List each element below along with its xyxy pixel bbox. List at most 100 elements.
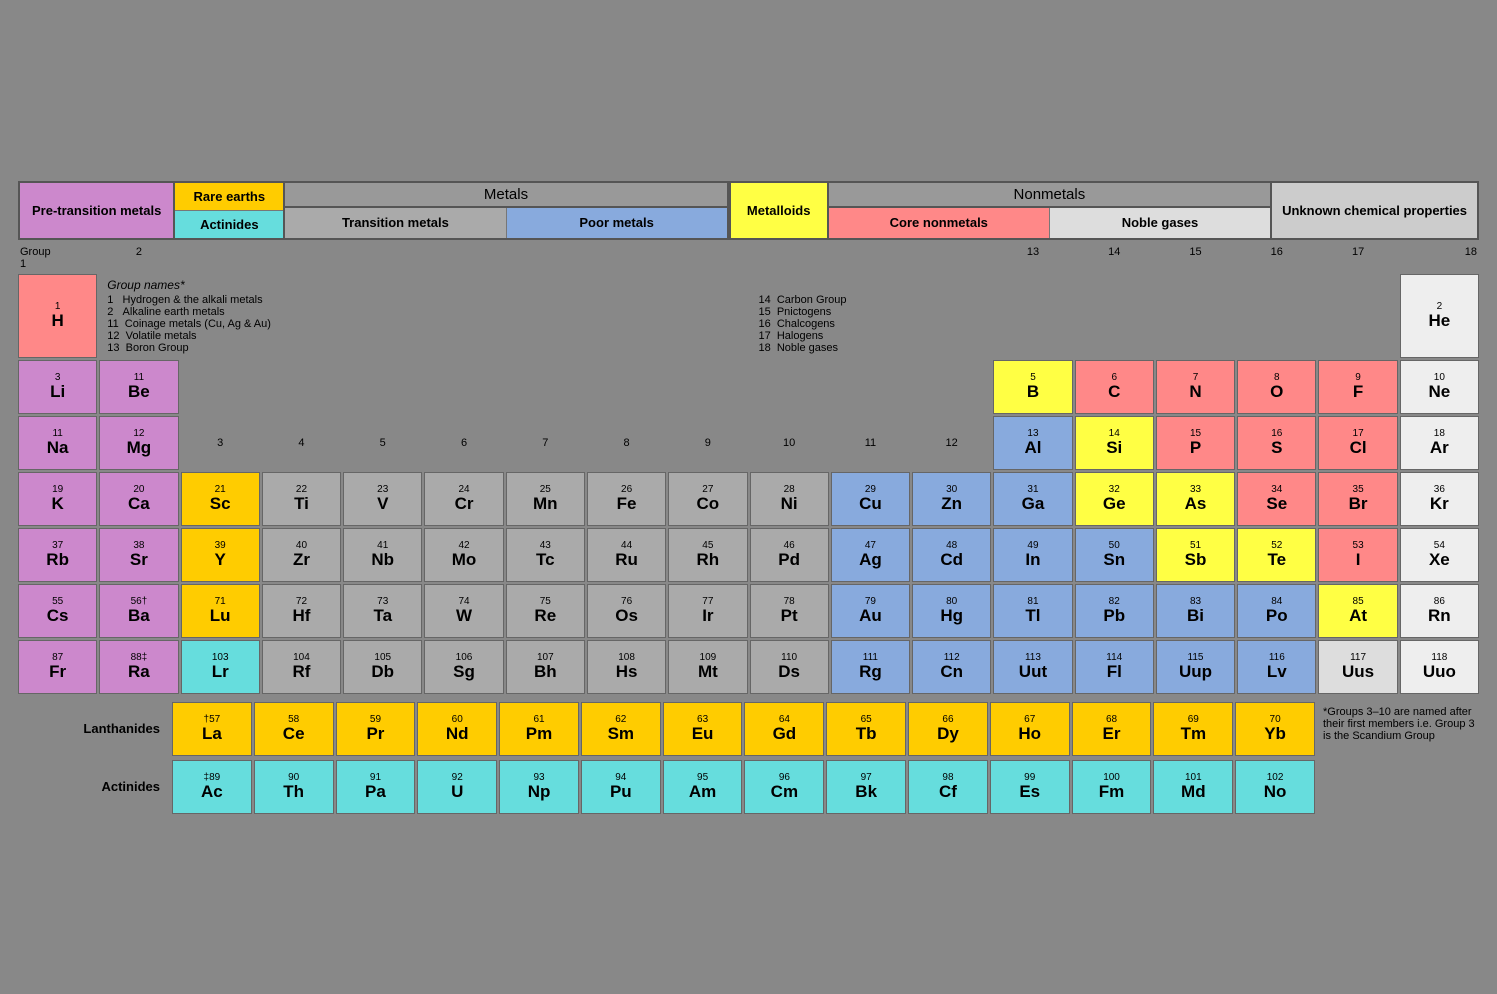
actinides-row-label: Actinides [18,760,168,814]
legend-rare-earths: Rare earths [175,183,283,211]
legend-poor-metals: Poor metals [507,208,727,238]
element-Li: 3Li [18,360,97,414]
group-info-box: Group names* 1 Hydrogen & the alkali met… [99,274,1397,358]
element-Zn: 30Zn [912,472,991,526]
element-Uus: 117Uus [1318,640,1397,694]
legend-nonmetals-section: Nonmetals Core nonmetals Noble gases [829,183,1272,238]
element-Rg: 111Rg [831,640,910,694]
element-Rf: 104Rf [262,640,341,694]
actinides-row: Actinides ‡89Ac 90Th 91Pa 92U 93Np 94Pu … [18,760,1479,814]
main-grid: 1H Group names* 1 Hydrogen & the alkali … [18,274,1479,694]
element-La: †57La [172,702,252,756]
element-Sg: 106Sg [424,640,503,694]
element-Hs: 108Hs [587,640,666,694]
element-Uuo: 118Uuo [1400,640,1479,694]
element-He: 2He [1400,274,1479,358]
element-Ru: 44Ru [587,528,666,582]
element-H: 1H [18,274,97,358]
element-Hf: 72Hf [262,584,341,638]
element-Ca: 20Ca [99,472,178,526]
element-Co: 27Co [668,472,747,526]
element-Re: 75Re [506,584,585,638]
element-In: 49In [993,528,1072,582]
group-header-empty [181,246,992,270]
legend-actinides: Actinides [175,211,283,238]
element-Ba: 56†Ba [99,584,178,638]
element-Cr: 24Cr [424,472,503,526]
element-Eu: 63Eu [663,702,743,756]
legend: Pre-transition metals Rare earths Actini… [18,181,1479,240]
element-Mt: 109Mt [668,640,747,694]
element-Pd: 46Pd [750,528,829,582]
element-No: 102No [1235,760,1315,814]
element-F: 9F [1318,360,1397,414]
element-Cd: 48Cd [912,528,991,582]
element-Fm: 100Fm [1072,760,1152,814]
element-Zr: 40Zr [262,528,341,582]
actinides-footnote-spacer [1319,760,1479,814]
legend-unknown: Unknown chemical properties [1272,183,1477,238]
lanthanides-cells: †57La 58Ce 59Pr 60Nd 61Pm 62Sm 63Eu 64Gd… [172,702,1315,756]
element-Be: 11Be [99,360,178,414]
element-Tl: 81Tl [993,584,1072,638]
element-Au: 79Au [831,584,910,638]
element-Uut: 113Uut [993,640,1072,694]
element-Ds: 110Ds [750,640,829,694]
period2-empty [181,360,992,414]
element-Ni: 28Ni [750,472,829,526]
element-Cl: 17Cl [1318,416,1397,470]
legend-noble-gases: Noble gases [1050,208,1270,238]
element-Dy: 66Dy [908,702,988,756]
element-Kr: 36Kr [1400,472,1479,526]
element-Cm: 96Cm [744,760,824,814]
element-B: 5B [993,360,1072,414]
element-C: 6C [1075,360,1154,414]
element-Cn: 112Cn [912,640,991,694]
element-Fr: 87Fr [18,640,97,694]
legend-pre-transition: Pre-transition metals [20,183,175,238]
element-Ho: 67Ho [990,702,1070,756]
element-O: 8O [1237,360,1316,414]
element-Bi: 83Bi [1156,584,1235,638]
group-header-18: 18 [1400,246,1479,270]
element-Ce: 58Ce [254,702,334,756]
element-Cs: 55Cs [18,584,97,638]
element-Ge: 32Ge [1075,472,1154,526]
element-Br: 35Br [1318,472,1397,526]
group-header-14: 14 [1075,246,1154,270]
element-N: 7N [1156,360,1235,414]
element-Nd: 60Nd [417,702,497,756]
element-Pb: 82Pb [1075,584,1154,638]
element-Uup: 115Uup [1156,640,1235,694]
element-Ag: 47Ag [831,528,910,582]
element-Tm: 69Tm [1153,702,1233,756]
element-Si: 14Si [1075,416,1154,470]
legend-metals-section: Metals Transition metals Poor metals [285,183,728,238]
element-Sb: 51Sb [1156,528,1235,582]
element-Db: 105Db [343,640,422,694]
element-Xe: 54Xe [1400,528,1479,582]
element-U: 92U [417,760,497,814]
group-info-title: Group names* [107,278,1389,292]
element-Te: 52Te [1237,528,1316,582]
element-Hg: 80Hg [912,584,991,638]
element-Md: 101Md [1153,760,1233,814]
element-P: 15P [1156,416,1235,470]
element-Rh: 45Rh [668,528,747,582]
element-As: 33As [1156,472,1235,526]
element-Tc: 43Tc [506,528,585,582]
group-header-1: Group1 [18,246,97,270]
element-Pm: 61Pm [499,702,579,756]
element-Bk: 97Bk [826,760,906,814]
element-Fl: 114Fl [1075,640,1154,694]
element-Ir: 77Ir [668,584,747,638]
element-Po: 84Po [1237,584,1316,638]
element-Pr: 59Pr [336,702,416,756]
element-Bh: 107Bh [506,640,585,694]
element-Ac: ‡89Ac [172,760,252,814]
element-Sr: 38Sr [99,528,178,582]
element-Th: 90Th [254,760,334,814]
element-Tb: 65Tb [826,702,906,756]
element-Sc: 21Sc [181,472,260,526]
lanthanides-label: Lanthanides [18,702,168,756]
